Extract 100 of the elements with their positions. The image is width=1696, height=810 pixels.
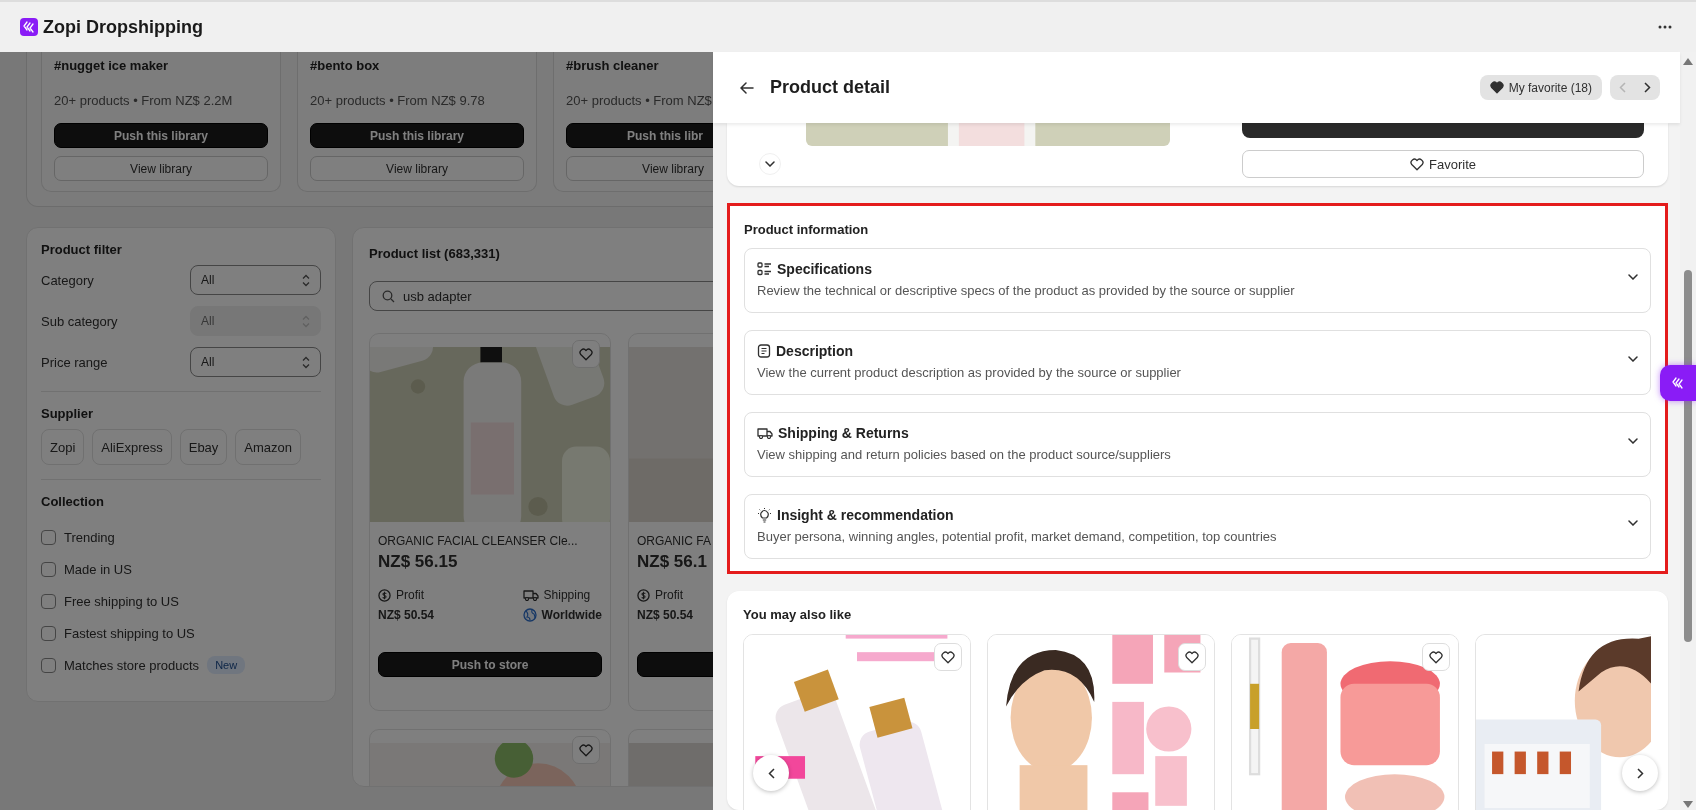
select-field: All	[190, 306, 321, 336]
checkbox-label: Trending	[64, 529, 115, 545]
accordion-item[interactable]: Insight & recommendation Buyer persona, winning angles, potential profit, market demand, competition, top countries	[744, 494, 1651, 560]
view-library-button[interactable]: View library	[54, 156, 268, 181]
scrollbar-thumb[interactable]	[1684, 270, 1692, 642]
up-down-chevron-icon	[302, 273, 310, 287]
heart-icon	[1429, 650, 1443, 664]
chevron-left-icon	[1619, 82, 1626, 94]
select-field[interactable]: All	[190, 347, 321, 377]
globe-icon	[522, 608, 537, 622]
library-summary: 20+ products • From NZ$ 2.2M	[54, 93, 234, 108]
favorite-button[interactable]	[1178, 643, 1206, 672]
view-library-button[interactable]: View library	[566, 156, 713, 181]
back-arrow-icon[interactable]	[740, 81, 754, 94]
chevron-down-icon	[1628, 438, 1638, 445]
supplier-title: Supplier	[41, 406, 94, 421]
dollar-icon	[637, 588, 650, 602]
accordion-title: Specifications	[777, 261, 872, 278]
search-field[interactable]: usb adapter	[369, 281, 713, 311]
push-to-store-button[interactable]: Push to store	[378, 652, 602, 677]
heart-icon	[941, 650, 955, 664]
accordion-description: View shipping and return policies based on the product source/suppliers	[757, 447, 1171, 463]
supplier-chip[interactable]: Zopi	[41, 429, 85, 465]
filter-label: Sub category	[41, 313, 118, 329]
section-title: You may also like	[743, 607, 853, 623]
chevron-down-icon	[1628, 356, 1638, 363]
product-price: NZ$ 56.15	[378, 552, 459, 572]
checkbox[interactable]	[41, 593, 56, 609]
accordion-item[interactable]: Shipping & Returns View shipping and return policies based on the product source/suppliers	[744, 412, 1651, 478]
favorite-button[interactable]: Favorite	[1242, 150, 1644, 179]
shipping-value: Worldwide	[522, 608, 602, 622]
my-favorite-button[interactable]: My favorite (18)	[1479, 75, 1602, 101]
section-title: Product information	[744, 222, 870, 238]
checkbox[interactable]	[41, 657, 56, 673]
up-down-chevron-icon	[302, 355, 310, 369]
truck-icon	[757, 427, 773, 440]
favorite-button[interactable]	[572, 340, 600, 368]
checkbox[interactable]	[41, 625, 56, 641]
product-name: ORGANIC FACIAL CLEANSER Cle...	[378, 534, 579, 548]
checkbox[interactable]	[41, 561, 56, 577]
checkbox[interactable]	[41, 529, 56, 545]
heart-icon	[579, 743, 593, 757]
chevron-right-icon	[1636, 767, 1644, 779]
detail-title: Product detail	[770, 77, 890, 99]
supplier-chip[interactable]: AliExpress	[92, 429, 172, 465]
truck-icon	[522, 589, 539, 601]
checkbox-label: Matches store products	[64, 657, 200, 673]
chevron-left-icon	[767, 767, 775, 779]
profit-value: NZ$ 50.54	[378, 608, 436, 622]
accordion-title: Description	[776, 343, 853, 360]
filter-title: Product filter	[41, 242, 123, 257]
accordion-item[interactable]: Description View the current product description as provided by the source or supplier	[744, 330, 1651, 396]
push-library-button[interactable]: Push this library	[54, 123, 268, 148]
more-icon[interactable]	[1658, 25, 1672, 29]
scroll-up-arrow[interactable]	[1683, 58, 1693, 65]
heart-icon	[1185, 650, 1199, 664]
checkbox-label: Fastest shipping to US	[64, 625, 195, 641]
accordion-description: Buyer persona, winning angles, potential profit, market demand, competition, top countries	[757, 529, 1277, 545]
favorite-button[interactable]	[572, 736, 600, 764]
light-bulb-icon	[757, 507, 772, 523]
accordion-title: Shipping & Returns	[778, 425, 909, 442]
supplier-chip[interactable]: Ebay	[179, 429, 228, 465]
search-input[interactable]: usb adapter	[403, 286, 703, 306]
scroll-down-arrow[interactable]	[1683, 801, 1693, 808]
push-library-button[interactable]: Push this library	[310, 123, 524, 148]
view-library-button[interactable]: View library	[310, 156, 524, 181]
chevron-right-icon	[1644, 82, 1651, 94]
collection-title: Collection	[41, 494, 105, 509]
heart-icon	[1489, 81, 1504, 95]
checkbox-label: Free shipping to US	[64, 593, 179, 609]
product-name: ORGANIC FA	[637, 534, 712, 548]
accordion-description: Review the technical or descriptive specs of the product as provided by the source or supplier	[757, 283, 1295, 299]
push-to-store-button[interactable]	[1242, 123, 1644, 139]
profit-label: Profit	[378, 588, 523, 602]
app-title: Zopi Dropshipping	[43, 16, 203, 38]
chevron-down-icon	[1628, 274, 1638, 281]
favorite-button[interactable]	[934, 643, 962, 672]
shipping-label: Shipping	[522, 588, 602, 602]
filter-label: Price range	[41, 354, 108, 370]
search-icon	[382, 289, 395, 303]
push-library-button[interactable]: Push this libr	[566, 123, 713, 148]
new-badge: New	[207, 656, 246, 674]
heart-icon	[1410, 157, 1424, 171]
supplier-chip[interactable]: Amazon	[235, 429, 302, 465]
logo-icon	[20, 18, 38, 36]
heart-icon	[579, 347, 593, 361]
select-field[interactable]: All	[190, 265, 321, 295]
accordion-item[interactable]: Specifications Review the technical or descriptive specs of the product as provided by the source or supplier	[744, 248, 1651, 314]
favorite-button[interactable]	[1422, 643, 1450, 672]
scroll-down-button[interactable]	[759, 153, 781, 176]
product-list-title: Product list (683,331)	[369, 246, 501, 261]
checkbox-label: Made in US	[64, 561, 132, 577]
filter-label: Category	[41, 272, 94, 288]
product-price: NZ$ 56.1	[637, 552, 708, 572]
library-tag: #nugget ice maker	[54, 58, 268, 73]
assistant-tab[interactable]	[1660, 365, 1696, 401]
library-tag: #bento box	[310, 58, 524, 73]
accordion-description: View the current product description as provided by the source or supplier	[757, 365, 1181, 381]
dollar-icon	[378, 588, 391, 602]
accordion-title: Insight & recommendation	[777, 507, 954, 524]
